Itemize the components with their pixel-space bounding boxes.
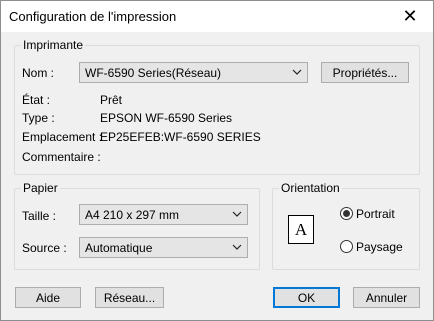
page-orientation-icon: A bbox=[288, 215, 314, 244]
chevron-down-icon bbox=[292, 69, 302, 75]
type-value: EPSON WF-6590 Series bbox=[100, 111, 233, 125]
close-icon[interactable]: ✕ bbox=[387, 1, 433, 32]
radio-selected-dot bbox=[343, 210, 350, 217]
paper-size-value: A4 210 x 297 mm bbox=[85, 208, 180, 222]
printer-name-label: Nom : bbox=[22, 66, 55, 80]
status-value: Prêt bbox=[100, 93, 123, 107]
landscape-label[interactable]: Paysage bbox=[356, 240, 403, 254]
printer-group-label: Imprimante bbox=[21, 38, 86, 52]
chevron-down-icon bbox=[232, 244, 242, 250]
printer-name-select[interactable]: WF-6590 Series(Réseau) bbox=[79, 62, 308, 83]
title-bar: Configuration de l'impression ✕ bbox=[1, 1, 433, 32]
portrait-radio[interactable] bbox=[340, 207, 353, 220]
chevron-down-icon bbox=[232, 211, 242, 217]
source-label: Source : bbox=[22, 241, 67, 255]
properties-button[interactable]: Propriétés... bbox=[321, 62, 409, 83]
network-button[interactable]: Réseau... bbox=[95, 287, 164, 308]
paper-source-value: Automatique bbox=[85, 241, 153, 255]
paper-group-label: Papier bbox=[21, 181, 60, 195]
landscape-radio[interactable] bbox=[340, 240, 353, 253]
portrait-label[interactable]: Portrait bbox=[356, 207, 395, 221]
cancel-button[interactable]: Annuler bbox=[353, 287, 420, 308]
print-setup-dialog: Configuration de l'impression ✕ Impriman… bbox=[0, 0, 434, 321]
type-label: Type : bbox=[22, 111, 55, 125]
help-button[interactable]: Aide bbox=[15, 287, 81, 308]
ok-button[interactable]: OK bbox=[273, 287, 340, 308]
location-label: Emplacement : bbox=[22, 130, 103, 144]
location-value: EP25EFEB:WF-6590 SERIES bbox=[100, 130, 261, 144]
status-label: État : bbox=[22, 93, 51, 107]
paper-size-select[interactable]: A4 210 x 297 mm bbox=[79, 204, 248, 225]
comment-label: Commentaire : bbox=[22, 150, 101, 164]
printer-name-value: WF-6590 Series(Réseau) bbox=[85, 66, 222, 80]
size-label: Taille : bbox=[22, 209, 57, 223]
dialog-title: Configuration de l'impression bbox=[9, 9, 177, 24]
orientation-group-label: Orientation bbox=[279, 181, 342, 195]
paper-source-select[interactable]: Automatique bbox=[79, 237, 248, 258]
